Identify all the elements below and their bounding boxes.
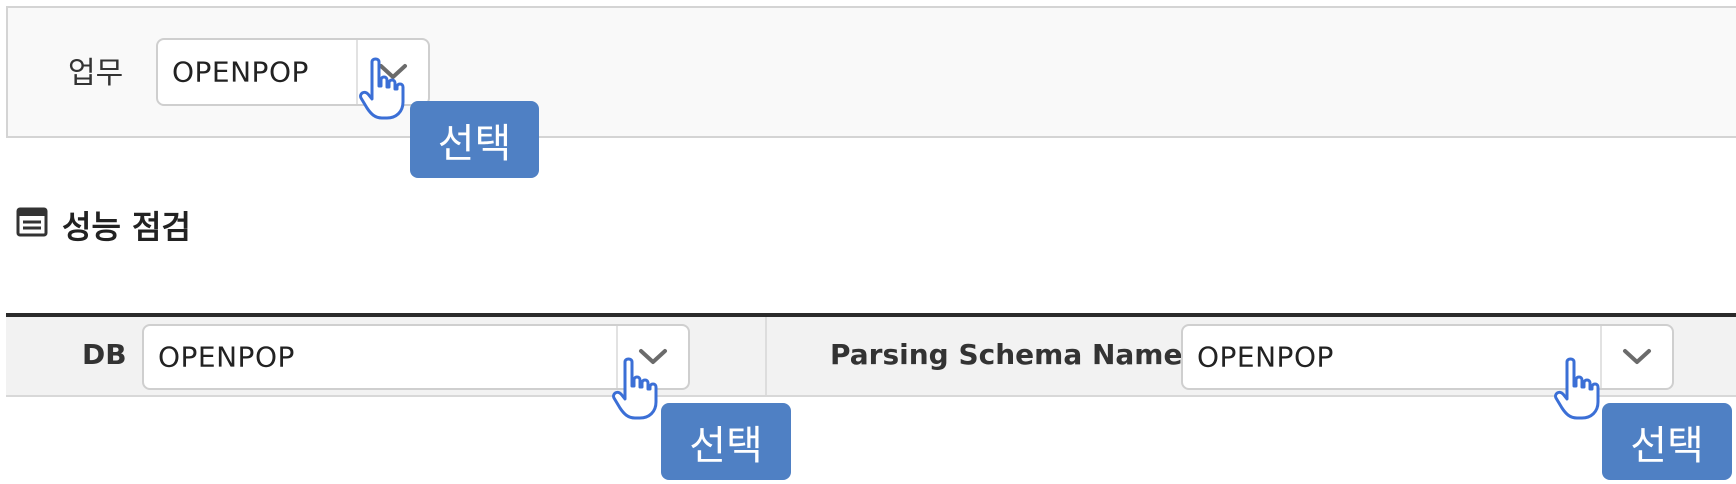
calendar-list-icon xyxy=(16,207,48,237)
select-annotation-badge: 선택 xyxy=(661,403,791,480)
business-select-value: OPENPOP xyxy=(172,55,309,89)
pointer-hand-icon xyxy=(1554,357,1600,420)
select-annotation-badge: 선택 xyxy=(410,101,539,178)
db-label: DB xyxy=(82,338,127,371)
db-select-value: OPENPOP xyxy=(158,340,295,374)
db-select[interactable]: OPENPOP xyxy=(142,324,690,390)
schema-select-value: OPENPOP xyxy=(1197,340,1334,374)
schema-label: Parsing Schema Name xyxy=(830,338,1183,371)
chevron-down-icon xyxy=(1623,349,1651,364)
select-annotation-badge: 선택 xyxy=(1602,403,1732,480)
business-label: 업무 xyxy=(68,56,124,91)
pointer-hand-icon xyxy=(612,357,658,420)
pointer-hand-icon xyxy=(359,57,405,120)
section-title: 성능 점검 xyxy=(62,208,191,246)
column-divider xyxy=(765,317,767,395)
schema-select-toggle[interactable] xyxy=(1600,326,1672,388)
